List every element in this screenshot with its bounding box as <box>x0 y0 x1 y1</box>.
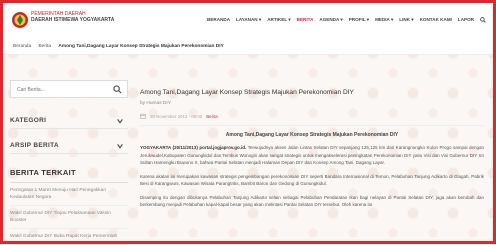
breadcrumb-section[interactable]: Berita <box>38 44 51 49</box>
related-item[interactable]: Peringatan 1 Maret Menuju Hari Penegakka… <box>10 183 128 206</box>
nav-profil[interactable]: PROFIL ▾ <box>346 17 372 24</box>
article-title: Among Tani,Dagang Layar Konsep Strategis… <box>140 89 354 96</box>
related-title: BERITA TERKAIT <box>10 168 128 183</box>
nav-beranda[interactable]: BERANDA <box>204 17 233 24</box>
search-icon[interactable] <box>477 17 489 24</box>
logo-icon[interactable] <box>11 11 29 29</box>
breadcrumb-home[interactable]: Beranda <box>13 44 31 49</box>
article-tag[interactable]: Berita <box>206 114 217 119</box>
brand-text: PEMERINTAH DAERAH DAERAH ISTIMEWA YOGYAK… <box>31 11 114 23</box>
nav-layanan[interactable]: LAYANAN ▾ <box>233 17 264 24</box>
sidebar-search <box>10 80 128 98</box>
article-paragraph: Karena akalan ini merupakan kawasan stra… <box>140 173 484 187</box>
calendar-icon <box>140 113 146 119</box>
brand-line2: DAERAH ISTIMEWA YOGYAKARTA <box>31 17 115 23</box>
article: Among Tani,Dagang Layar Konsep Strategis… <box>140 80 484 244</box>
nav-berita[interactable]: BERITA <box>294 17 317 24</box>
search-icon[interactable] <box>113 85 122 94</box>
chevron-down-icon <box>117 119 123 124</box>
nav-kontak[interactable]: KONTAK KAMI <box>417 17 455 24</box>
arsip-label: ARSIP BERITA <box>10 142 59 149</box>
kategori-label: KATEGORI <box>10 117 47 124</box>
nav-artikel[interactable]: ARTIKEL ▾ <box>264 17 293 24</box>
related-list: Peringatan 1 Maret Menuju Hari Penegakka… <box>10 183 128 245</box>
article-date: 20 November 2013 - 00:00 <box>150 113 203 119</box>
arsip-dropdown[interactable]: ARSIP BERITA <box>10 139 128 154</box>
nav-media[interactable]: MEDIA ▾ <box>372 17 396 24</box>
site-header: PEMERINTAH DAERAH DAERAH ISTIMEWA YOGYAK… <box>3 3 493 40</box>
article-meta: 20 November 2013 - 00:00 Berita <box>140 113 484 119</box>
divider <box>140 125 484 126</box>
breadcrumb-current: Among Tani,Dagang Layar Konsep Strategis… <box>58 44 224 49</box>
main-nav: BERANDA LAYANAN ▾ ARTIKEL ▾ BERITA AGEND… <box>204 17 489 24</box>
article-lead: YOGYAKARTA (20/11/2013) portal.jogjaprov… <box>140 145 247 150</box>
chevron-down-icon <box>117 144 123 149</box>
kategori-dropdown[interactable]: KATEGORI <box>10 114 128 129</box>
related-item[interactable]: Wakil Gubernur DIY Buka Rapat Kerja Peme… <box>10 229 128 245</box>
nav-agenda[interactable]: AGENDA ▾ <box>316 17 345 24</box>
sidebar: KATEGORI ARSIP BERITA BERITA TERKAIT Per… <box>10 80 132 245</box>
breadcrumb: Beranda Berita Among Tani,Dagang Layar K… <box>3 39 493 55</box>
article-paragraph: YOGYAKARTA (20/11/2013) portal.jogjaprov… <box>140 144 484 167</box>
search-input[interactable] <box>17 85 107 95</box>
article-author[interactable]: by Humas DIY <box>140 101 484 106</box>
nav-link[interactable]: LINK ▾ <box>396 17 416 24</box>
article-paragraph: Disamping itu dengan dibukanya Pelabuhan… <box>140 194 484 208</box>
nav-lapor[interactable]: LAPOR <box>455 17 477 24</box>
article-heading: Among Tani,Dagang Layar Konsep Strategis… <box>225 132 399 138</box>
related-item[interactable]: Wakil Gubernur DIY Tinjau Pelaksanaan Va… <box>10 206 128 229</box>
